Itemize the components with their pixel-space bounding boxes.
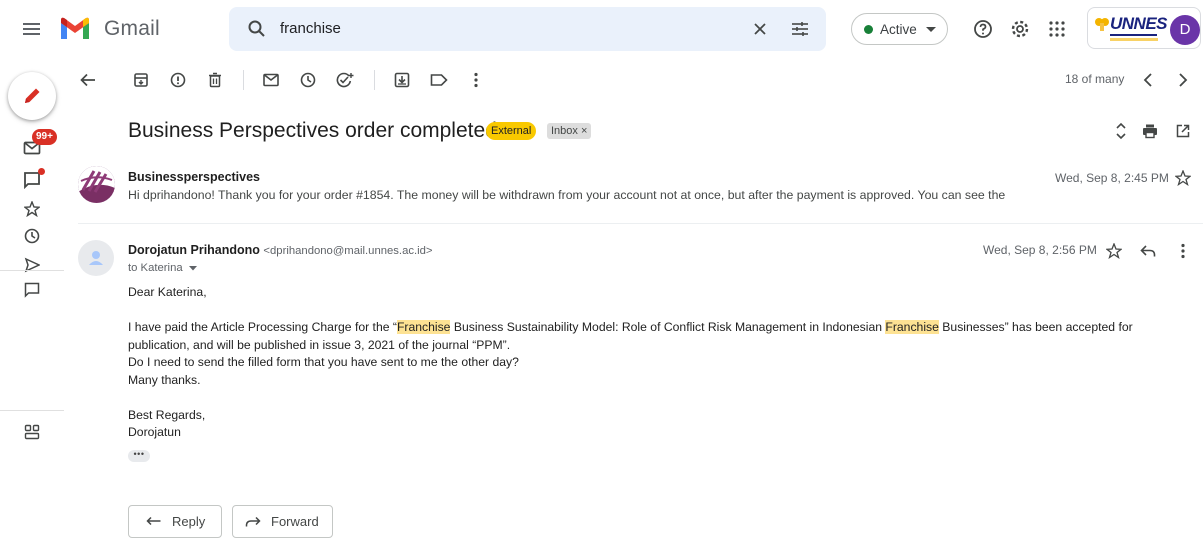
body-paragraph: I have paid the Article Processing Charg… bbox=[128, 320, 1133, 352]
gmail-logo-icon[interactable] bbox=[59, 17, 91, 41]
apps-grid-icon[interactable] bbox=[1045, 17, 1069, 41]
body-thanks: Many thanks. bbox=[128, 372, 201, 387]
message-sender[interactable]: Businessperspectives bbox=[128, 170, 260, 184]
search-highlight: Franchise bbox=[885, 320, 939, 334]
snooze-clock-icon[interactable] bbox=[296, 68, 320, 92]
newer-chevron-left-icon[interactable] bbox=[1136, 68, 1160, 92]
reply-label: Reply bbox=[172, 514, 206, 529]
star-icon[interactable] bbox=[20, 197, 44, 221]
sender-avatar-placeholder bbox=[78, 240, 114, 276]
back-arrow-icon[interactable] bbox=[76, 68, 100, 92]
account-avatar[interactable]: D bbox=[1170, 15, 1200, 45]
message-sender[interactable]: Dorojatun Prihandono bbox=[128, 243, 260, 257]
search-bar[interactable]: franchise bbox=[229, 7, 826, 51]
clear-search-icon[interactable] bbox=[748, 17, 772, 41]
recipient-text: to Katerina bbox=[128, 262, 183, 274]
message-snippet[interactable]: Hi dprihandono! Thank you for your order… bbox=[128, 188, 1008, 202]
external-label: External bbox=[486, 122, 537, 140]
older-chevron-right-icon[interactable] bbox=[1171, 68, 1195, 92]
gmail-brand-text[interactable]: Gmail bbox=[104, 17, 160, 41]
open-new-window-icon[interactable] bbox=[1171, 119, 1195, 143]
message-sender-line[interactable]: Dorojatun Prihandono <dprihandono@mail.u… bbox=[128, 243, 433, 257]
star-message-icon[interactable] bbox=[1171, 166, 1195, 190]
search-icon[interactable] bbox=[245, 17, 269, 41]
search-highlight: Franchise bbox=[396, 320, 451, 334]
search-input[interactable]: franchise bbox=[280, 20, 341, 37]
search-options-icon[interactable] bbox=[788, 17, 812, 41]
report-spam-icon[interactable] bbox=[166, 68, 190, 92]
compose-button[interactable] bbox=[8, 72, 56, 120]
forward-button[interactable]: Forward bbox=[232, 505, 333, 538]
archive-icon[interactable] bbox=[129, 68, 153, 92]
message-date: Wed, Sep 8, 2:45 PM bbox=[1055, 171, 1169, 185]
print-icon[interactable] bbox=[1138, 119, 1162, 143]
more-options-icon[interactable] bbox=[1171, 239, 1195, 263]
spaces-icon[interactable] bbox=[20, 420, 44, 444]
add-to-tasks-icon[interactable] bbox=[333, 68, 357, 92]
status-selector[interactable]: Active bbox=[851, 13, 948, 45]
star-message-icon[interactable] bbox=[1102, 239, 1126, 263]
forward-icon bbox=[245, 516, 261, 528]
message-date: Wed, Sep 8, 2:56 PM bbox=[983, 243, 1097, 257]
unread-count-badge: 99+ bbox=[32, 129, 57, 145]
body-question: Do I need to send the filled form that y… bbox=[128, 355, 519, 369]
settings-gear-icon[interactable] bbox=[1008, 17, 1032, 41]
pagination-count: 18 of many bbox=[1065, 72, 1125, 86]
inbox-label-text: Inbox bbox=[551, 125, 578, 137]
reply-button[interactable]: Reply bbox=[128, 505, 222, 538]
top-header: Gmail franchise Active UNNES D bbox=[0, 0, 1203, 58]
chevron-down-icon bbox=[188, 265, 197, 271]
mark-unread-icon[interactable] bbox=[259, 68, 283, 92]
move-to-icon[interactable] bbox=[390, 68, 414, 92]
body-greeting: Dear Katerina, bbox=[128, 285, 207, 299]
sender-avatar bbox=[78, 166, 115, 203]
sender-email: <dprihandono@mail.unnes.ac.id> bbox=[263, 245, 433, 257]
body-signoff: Best Regards, bbox=[128, 407, 206, 422]
inbox-label[interactable]: Inbox × bbox=[547, 123, 592, 139]
message-body: Dear Katerina, I have paid the Article P… bbox=[128, 284, 1188, 442]
pencil-icon bbox=[22, 86, 42, 106]
expand-all-icon[interactable] bbox=[1109, 119, 1133, 143]
chat-notification-dot bbox=[38, 168, 45, 175]
forward-label: Forward bbox=[271, 514, 319, 529]
reply-icon[interactable] bbox=[1136, 239, 1160, 263]
recipient-dropdown[interactable]: to Katerina bbox=[128, 262, 197, 274]
active-status-dot-icon bbox=[864, 25, 873, 34]
sent-icon[interactable] bbox=[20, 253, 44, 277]
org-logo-text: UNNES bbox=[1110, 14, 1168, 33]
delete-trash-icon[interactable] bbox=[203, 68, 227, 92]
status-label: Active bbox=[880, 22, 917, 37]
main-menu-icon[interactable] bbox=[20, 17, 44, 41]
chevron-down-icon bbox=[926, 27, 936, 33]
unnes-emblem-icon bbox=[1094, 16, 1110, 32]
clock-icon[interactable] bbox=[20, 224, 44, 248]
thread-subject: Business Perspectives order completed bbox=[128, 119, 497, 142]
message-icon[interactable] bbox=[20, 278, 44, 302]
body-signature: Dorojatun bbox=[128, 425, 181, 439]
reply-icon bbox=[146, 516, 162, 528]
more-options-icon[interactable] bbox=[464, 68, 488, 92]
help-icon[interactable] bbox=[971, 17, 995, 41]
remove-label-icon[interactable]: × bbox=[581, 125, 587, 137]
label-tag-icon[interactable] bbox=[427, 68, 451, 92]
show-trimmed-content-button[interactable]: ••• bbox=[128, 450, 150, 462]
